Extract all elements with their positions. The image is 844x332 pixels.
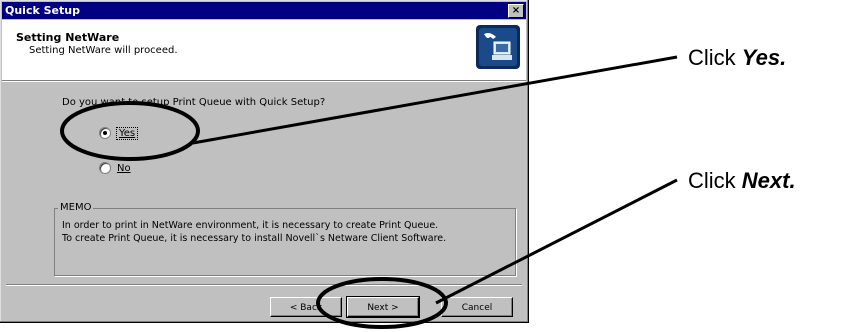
radio-yes-indicator[interactable] [99, 127, 111, 139]
callout-yes-emphasis: Yes. [741, 45, 787, 70]
next-button[interactable]: Next > [346, 296, 420, 318]
radio-no-indicator[interactable] [99, 162, 111, 174]
callout-click-yes: Click Yes. [688, 45, 786, 71]
radio-no-label[interactable]: No [117, 163, 131, 174]
header-title: Setting NetWare [16, 31, 120, 44]
callout-next-emphasis: Next. [741, 168, 796, 193]
callout-next-prefix: Click [688, 168, 742, 193]
radio-yes-label[interactable]: Yes [115, 126, 139, 140]
setup-question: Do you want to setup Print Queue with Qu… [62, 97, 326, 108]
setup-computer-icon [476, 25, 520, 69]
memo-line-1: In order to print in NetWare environment… [62, 220, 439, 231]
title-bar[interactable]: Quick Setup × [2, 2, 526, 19]
back-button[interactable]: < Back [270, 297, 342, 317]
footer-separator [6, 284, 522, 286]
header-subtitle: Setting NetWare will proceed. [29, 45, 178, 56]
radio-no[interactable]: No [99, 162, 131, 174]
cancel-button[interactable]: Cancel [441, 297, 513, 317]
memo-legend: MEMO [58, 202, 94, 213]
wizard-header: Setting NetWare Setting NetWare will pro… [2, 20, 526, 81]
callout-yes-prefix: Click [688, 45, 742, 70]
close-button[interactable]: × [508, 4, 524, 18]
memo-line-2: To create Print Queue, it is necessary t… [62, 233, 447, 244]
radio-yes[interactable]: Yes [99, 126, 139, 140]
callout-click-next: Click Next. [688, 168, 796, 194]
quick-setup-dialog: Quick Setup × Setting NetWare Setting Ne… [0, 0, 529, 323]
window-title: Quick Setup [5, 4, 80, 17]
